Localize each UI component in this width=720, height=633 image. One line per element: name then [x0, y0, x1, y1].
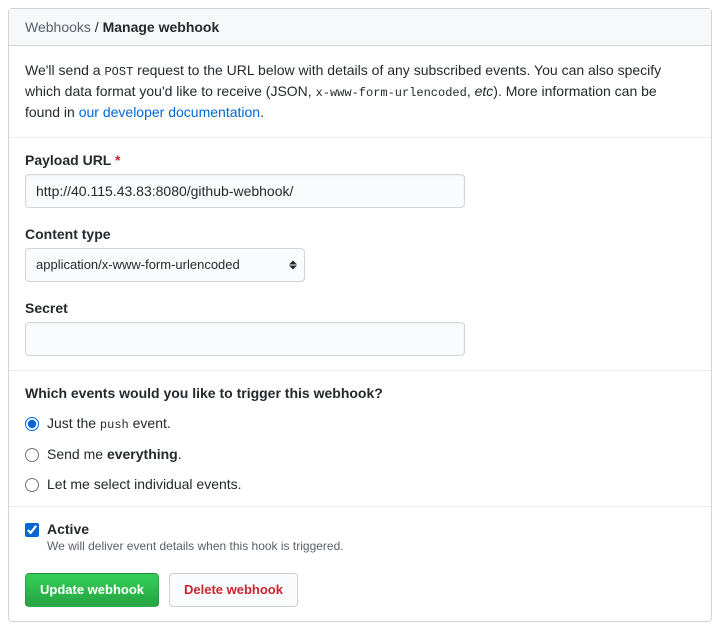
- webhook-settings-panel: Webhooks / Manage webhook We'll send a P…: [8, 8, 712, 622]
- payload-url-group: Payload URL *: [25, 152, 695, 208]
- event-label-push[interactable]: Just the push event.: [47, 415, 171, 432]
- event-label-individual[interactable]: Let me select individual events.: [47, 476, 242, 492]
- event-option-push: Just the push event.: [25, 415, 695, 432]
- content-type-select-wrap: application/x-www-form-urlencoded: [25, 248, 305, 282]
- event-radio-everything[interactable]: [25, 448, 39, 462]
- intro-section: We'll send a POST request to the URL bel…: [9, 46, 711, 138]
- breadcrumb-current: Manage webhook: [103, 19, 220, 35]
- payload-url-input[interactable]: [25, 174, 465, 208]
- secret-group: Secret: [25, 300, 695, 356]
- actions-row: Update webhook Delete webhook: [25, 567, 695, 607]
- event-radio-push[interactable]: [25, 417, 39, 431]
- active-checkbox[interactable]: [25, 523, 39, 537]
- post-code: POST: [104, 65, 133, 79]
- urlencoded-code: x-www-form-urlencoded: [316, 86, 467, 100]
- active-section: Active We will deliver event details whe…: [9, 507, 711, 621]
- docs-link[interactable]: our developer documentation: [79, 104, 260, 120]
- content-type-select[interactable]: application/x-www-form-urlencoded: [25, 248, 305, 282]
- update-webhook-button[interactable]: Update webhook: [25, 573, 159, 607]
- events-section: Which events would you like to trigger t…: [9, 371, 711, 507]
- event-option-everything: Send me everything.: [25, 446, 695, 462]
- intro-text: We'll send a POST request to the URL bel…: [25, 60, 695, 123]
- delete-webhook-button[interactable]: Delete webhook: [169, 573, 298, 607]
- form-section: Payload URL * Content type application/x…: [9, 138, 711, 371]
- active-description: We will deliver event details when this …: [47, 539, 344, 553]
- breadcrumb-separator: /: [91, 19, 103, 35]
- payload-url-label: Payload URL *: [25, 152, 695, 168]
- active-label[interactable]: Active: [47, 521, 89, 537]
- secret-label: Secret: [25, 300, 695, 316]
- event-label-everything[interactable]: Send me everything.: [47, 446, 182, 462]
- breadcrumb-root-link[interactable]: Webhooks: [25, 19, 91, 35]
- breadcrumb: Webhooks / Manage webhook: [9, 9, 711, 46]
- secret-input[interactable]: [25, 322, 465, 356]
- required-mark: *: [115, 152, 120, 168]
- events-heading: Which events would you like to trigger t…: [25, 385, 695, 401]
- active-row: Active We will deliver event details whe…: [25, 521, 695, 553]
- content-type-label: Content type: [25, 226, 695, 242]
- event-option-individual: Let me select individual events.: [25, 476, 695, 492]
- content-type-group: Content type application/x-www-form-urle…: [25, 226, 695, 282]
- event-radio-individual[interactable]: [25, 478, 39, 492]
